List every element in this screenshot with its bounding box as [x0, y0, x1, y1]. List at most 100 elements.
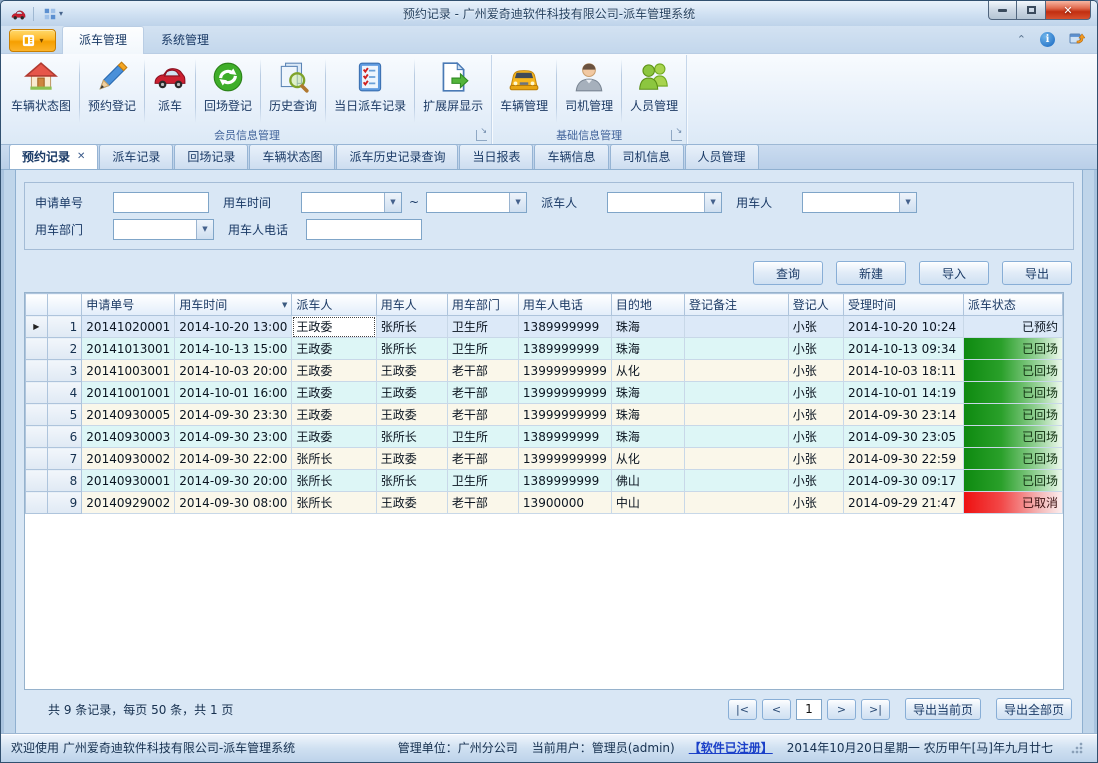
- cell-phone[interactable]: 1389999999: [518, 316, 611, 338]
- cell-registrar[interactable]: 小张: [788, 404, 843, 426]
- cell-user[interactable]: 张所长: [376, 426, 447, 448]
- cell-status[interactable]: 已回场: [963, 470, 1062, 492]
- recycle-ribbon-item[interactable]: 回场登记: [197, 56, 259, 126]
- column-header-1[interactable]: 用车时间▼: [175, 294, 292, 316]
- cell-destination[interactable]: 珠海: [611, 426, 684, 448]
- house-ribbon-item[interactable]: 车辆状态图: [4, 56, 78, 126]
- column-header-2[interactable]: 派车人: [292, 294, 376, 316]
- cell-remark[interactable]: [684, 382, 788, 404]
- cell-user[interactable]: 王政委: [376, 492, 447, 514]
- driver-ribbon-item[interactable]: 司机管理: [558, 56, 620, 126]
- cell-destination[interactable]: 珠海: [611, 404, 684, 426]
- cell-remark[interactable]: [684, 426, 788, 448]
- table-row[interactable]: 2201410130012014-10-13 15:00王政委张所长卫生所138…: [26, 338, 1063, 360]
- close-button[interactable]: ✕: [1046, 1, 1091, 20]
- column-header-8[interactable]: 登记人: [788, 294, 843, 316]
- cell-apply_no[interactable]: 20141001001: [82, 382, 175, 404]
- cell-apply_no[interactable]: 20140930003: [82, 426, 175, 448]
- people-ribbon-item[interactable]: 人员管理: [623, 56, 685, 126]
- pencil-ribbon-item[interactable]: 预约登记: [81, 56, 143, 126]
- cell-accept_time[interactable]: 2014-09-30 23:05: [844, 426, 964, 448]
- export-current-page-button[interactable]: 导出当前页: [905, 698, 981, 720]
- cell-user[interactable]: 张所长: [376, 470, 447, 492]
- cell-remark[interactable]: [684, 338, 788, 360]
- department-combo[interactable]: ▼: [113, 219, 214, 240]
- cell-use_time[interactable]: 2014-10-20 13:00: [175, 316, 292, 338]
- cell-department[interactable]: 卫生所: [447, 426, 518, 448]
- cell-use_time[interactable]: 2014-10-13 15:00: [175, 338, 292, 360]
- ribbon-tab-1[interactable]: 系统管理: [144, 26, 226, 53]
- cell-apply_no[interactable]: 20140929002: [82, 492, 175, 514]
- cell-apply_no[interactable]: 20140930001: [82, 470, 175, 492]
- cell-use_time[interactable]: 2014-09-30 23:30: [175, 404, 292, 426]
- cell-apply_no[interactable]: 20140930005: [82, 404, 175, 426]
- group-dialog-launcher-icon[interactable]: [671, 130, 682, 141]
- maximize-button[interactable]: [1017, 1, 1046, 20]
- table-row[interactable]: 3201410030012014-10-03 20:00王政委王政委老干部139…: [26, 360, 1063, 382]
- doc-tab-8[interactable]: 人员管理: [685, 144, 759, 169]
- doc-tab-2[interactable]: 回场记录: [174, 144, 248, 169]
- cell-department[interactable]: 老干部: [447, 448, 518, 470]
- cell-phone[interactable]: 13999999999: [518, 382, 611, 404]
- column-header-10[interactable]: 派车状态: [963, 294, 1062, 316]
- cell-registrar[interactable]: 小张: [788, 338, 843, 360]
- cell-apply_no[interactable]: 20141003001: [82, 360, 175, 382]
- cell-status[interactable]: 已取消: [963, 492, 1062, 514]
- doc-tab-4[interactable]: 派车历史记录查询: [336, 144, 458, 169]
- cell-user[interactable]: 王政委: [376, 448, 447, 470]
- create-button[interactable]: 新建: [836, 261, 906, 285]
- cell-accept_time[interactable]: 2014-10-20 10:24: [844, 316, 964, 338]
- ribbon-tab-0[interactable]: 派车管理: [62, 26, 144, 54]
- cell-phone[interactable]: 13999999999: [518, 404, 611, 426]
- cell-use_time[interactable]: 2014-10-03 20:00: [175, 360, 292, 382]
- quick-access-toolbar-button[interactable]: ▾: [40, 6, 66, 22]
- cell-registrar[interactable]: 小张: [788, 316, 843, 338]
- column-header-0[interactable]: 申请单号: [82, 294, 175, 316]
- cell-department[interactable]: 老干部: [447, 360, 518, 382]
- table-row[interactable]: 7201409300022014-09-30 22:00张所长王政委老干部139…: [26, 448, 1063, 470]
- table-row[interactable]: 8201409300012014-09-30 20:00张所长张所长卫生所138…: [26, 470, 1063, 492]
- table-row[interactable]: 6201409300032014-09-30 23:00王政委张所长卫生所138…: [26, 426, 1063, 448]
- cell-registrar[interactable]: 小张: [788, 492, 843, 514]
- red-car-ribbon-item[interactable]: 派车: [146, 56, 194, 126]
- cell-use_time[interactable]: 2014-09-30 23:00: [175, 426, 292, 448]
- cell-use_time[interactable]: 2014-09-30 08:00: [175, 492, 292, 514]
- cell-use_time[interactable]: 2014-10-01 16:00: [175, 382, 292, 404]
- table-row[interactable]: 5201409300052014-09-30 23:30王政委王政委老干部139…: [26, 404, 1063, 426]
- user-phone-input[interactable]: [306, 219, 422, 240]
- cell-registrar[interactable]: 小张: [788, 448, 843, 470]
- last-page-button[interactable]: >|: [861, 699, 890, 720]
- cell-phone[interactable]: 13999999999: [518, 448, 611, 470]
- minimize-button[interactable]: [988, 1, 1017, 20]
- cell-dispatcher[interactable]: 王政委: [292, 360, 376, 382]
- first-page-button[interactable]: |<: [728, 699, 757, 720]
- cell-destination[interactable]: 佛山: [611, 470, 684, 492]
- extend-screen-ribbon-item[interactable]: 扩展屏显示: [416, 56, 490, 126]
- cell-remark[interactable]: [684, 316, 788, 338]
- cell-apply_no[interactable]: 20141020001: [82, 316, 175, 338]
- cell-status[interactable]: 已回场: [963, 426, 1062, 448]
- cell-accept_time[interactable]: 2014-09-29 21:47: [844, 492, 964, 514]
- cell-user[interactable]: 王政委: [376, 382, 447, 404]
- cell-user[interactable]: 张所长: [376, 338, 447, 360]
- cell-accept_time[interactable]: 2014-10-03 18:11: [844, 360, 964, 382]
- cell-user[interactable]: 王政委: [376, 360, 447, 382]
- cell-destination[interactable]: 从化: [611, 360, 684, 382]
- cell-phone[interactable]: 13999999999: [518, 360, 611, 382]
- cell-destination[interactable]: 珠海: [611, 316, 684, 338]
- cell-remark[interactable]: [684, 360, 788, 382]
- doc-tab-0[interactable]: 预约记录✕: [9, 144, 98, 169]
- cell-apply_no[interactable]: 20140930002: [82, 448, 175, 470]
- prev-page-button[interactable]: <: [762, 699, 791, 720]
- cell-remark[interactable]: [684, 470, 788, 492]
- registered-link[interactable]: 【软件已注册】: [689, 739, 773, 756]
- cell-dispatcher[interactable]: 张所长: [292, 492, 376, 514]
- cell-registrar[interactable]: 小张: [788, 470, 843, 492]
- info-icon[interactable]: i: [1040, 32, 1055, 47]
- column-header-5[interactable]: 用车人电话: [518, 294, 611, 316]
- cell-remark[interactable]: [684, 448, 788, 470]
- doc-tab-7[interactable]: 司机信息: [610, 144, 684, 169]
- cell-dispatcher[interactable]: 王政委: [292, 404, 376, 426]
- cell-registrar[interactable]: 小张: [788, 382, 843, 404]
- cell-accept_time[interactable]: 2014-09-30 23:14: [844, 404, 964, 426]
